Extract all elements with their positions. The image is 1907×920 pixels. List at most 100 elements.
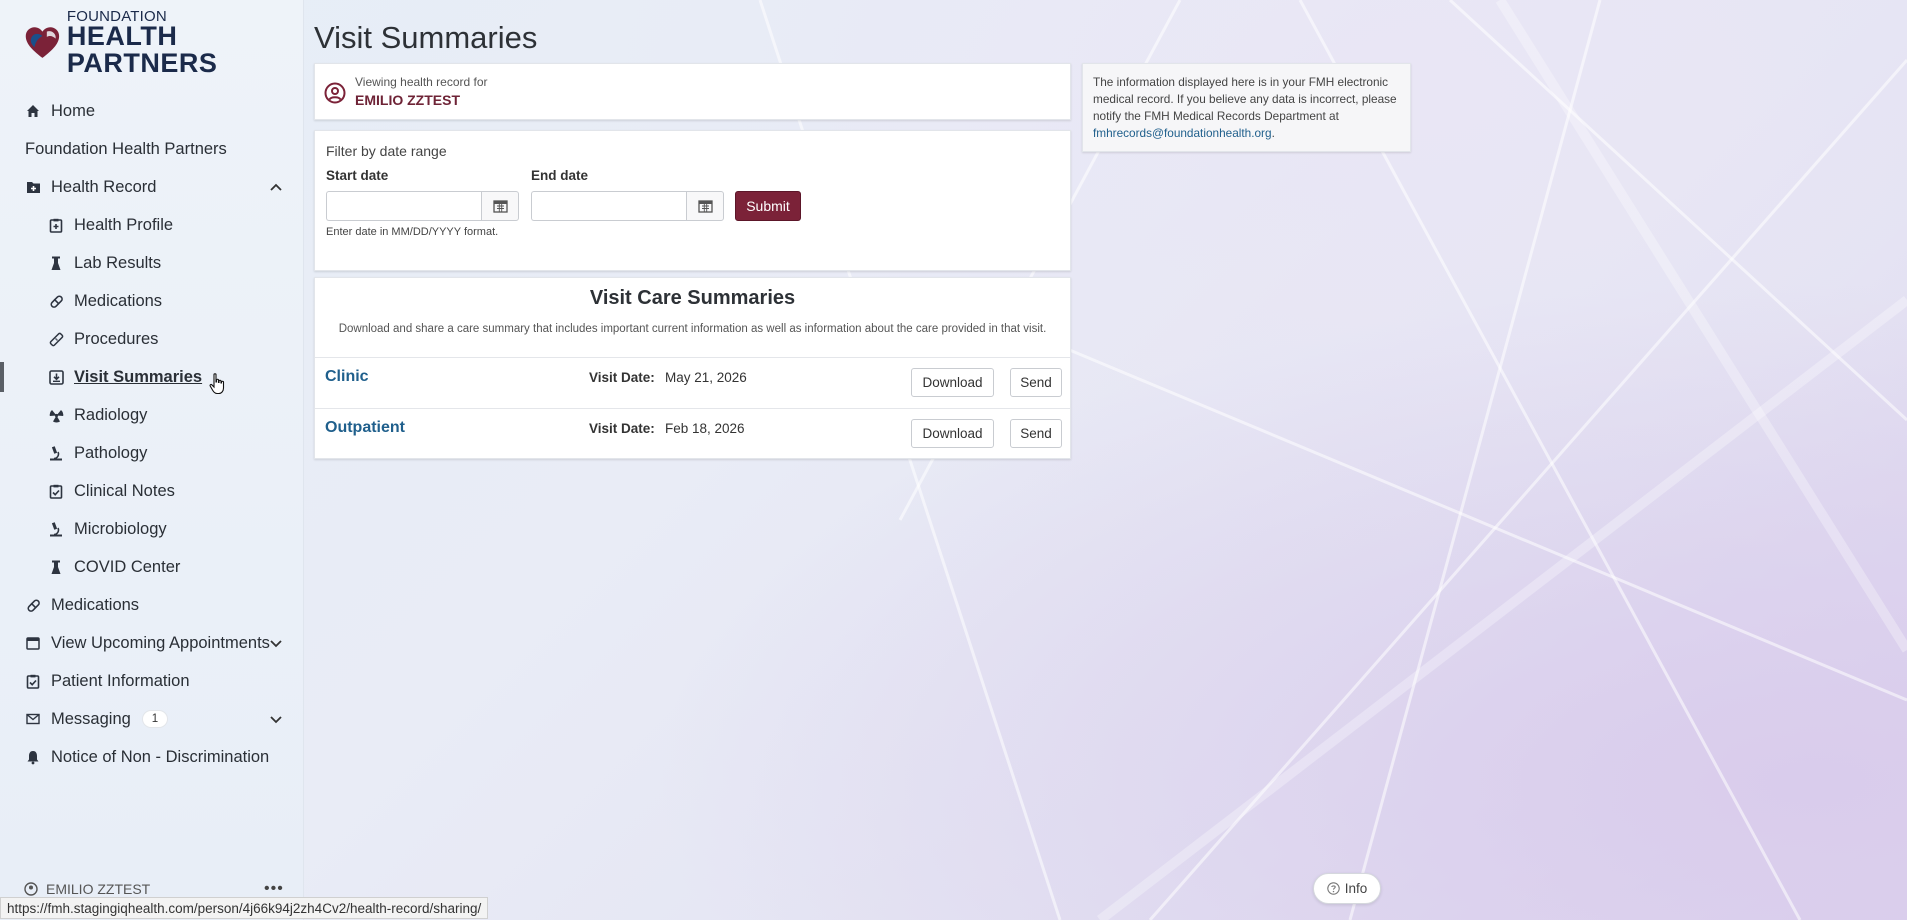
sidebar-item-procedures[interactable]: Procedures [0,320,304,358]
patient-name: EMILIO ZZTEST [355,92,460,108]
sidebar: FOUNDATION HEALTH PARTNERS Home Foundati… [0,0,304,920]
start-date-calendar-button[interactable] [481,191,519,221]
brand-logo[interactable]: FOUNDATION HEALTH PARTNERS [24,9,303,77]
sidebar-item-label: Procedures [74,329,159,348]
sidebar-item-label: Clinical Notes [74,481,175,500]
more-options-icon[interactable]: ••• [264,880,284,898]
end-date-label: End date [531,168,589,183]
sidebar-item-radiology[interactable]: Radiology [0,396,304,434]
chevron-up-icon[interactable] [268,179,284,195]
sidebar-item-medications-main[interactable]: Medications [0,586,304,624]
summaries-description: Download and share a care summary that i… [338,323,1047,335]
home-icon [25,103,41,119]
sidebar-item-label: Health Profile [74,215,174,234]
sidebar-item-label: COVID Center [74,557,181,576]
calendar-icon [697,200,713,213]
sidebar-item-label: Medications [74,291,163,310]
chevron-down-icon[interactable] [268,711,284,727]
heart-logo-icon [25,27,60,58]
unread-count-badge: 1 [142,711,168,727]
hand-cursor-icon [209,373,225,395]
visit-date-value: May 21, 2026 [665,370,747,385]
sidebar-item-messaging[interactable]: Messaging 1 [0,700,304,738]
sidebar-item-pathology[interactable]: Pathology [0,434,304,472]
visit-row: Clinic Visit Date: May 21, 2026 Download… [315,357,1070,408]
sidebar-item-health-record[interactable]: Health Record [0,168,304,206]
flask-icon [48,255,64,271]
start-date-input[interactable] [326,191,481,221]
viewing-record-card: Viewing health record for EMILIO ZZTEST [314,63,1071,120]
sidebar-item-label: Medications [51,595,140,614]
sidebar-item-notice-non-discrimination[interactable]: Notice of Non - Discrimination [0,738,304,776]
sidebar-item-clinical-notes[interactable]: Clinical Notes [0,472,304,510]
sidebar-item-covid-center[interactable]: COVID Center [0,548,304,586]
sidebar-item-health-profile[interactable]: Health Profile [0,206,304,244]
chevron-down-icon[interactable] [268,635,284,651]
visit-date-label: Visit Date: [589,421,655,436]
visit-type-link[interactable]: Outpatient [325,419,405,437]
page-title: Visit Summaries [314,20,538,55]
sidebar-item-microbiology[interactable]: Microbiology [0,510,304,548]
visit-care-summaries-card: Visit Care Summaries Download and share … [314,277,1071,459]
download-box-icon [48,369,64,385]
microscope-icon [48,521,64,537]
send-button[interactable]: Send [1010,419,1062,448]
sidebar-item-label: Radiology [74,405,148,424]
submit-button[interactable]: Submit [735,191,801,221]
calendar-icon [25,635,41,651]
viewing-caption: Viewing health record for [355,75,488,89]
clipboard-check-icon [48,483,64,499]
bell-icon [25,749,41,765]
sidebar-item-upcoming-appointments[interactable]: View Upcoming Appointments [0,624,304,662]
visit-type-link[interactable]: Clinic [325,368,369,386]
sidebar-item-foundation-health-partners[interactable]: Foundation Health Partners [0,130,304,168]
end-date-input[interactable] [531,191,686,221]
sidebar-item-label: Patient Information [51,671,190,690]
sidebar-item-label: Home [51,101,96,120]
sidebar-item-label: Messaging [51,709,131,728]
envelope-icon [25,711,41,727]
date-format-hint: Enter date in MM/DD/YYYY format. [326,226,499,238]
sidebar-user[interactable]: EMILIO ZZTEST [24,881,150,897]
start-date-label: Start date [326,168,389,183]
sidebar-item-label: Pathology [74,443,148,462]
info-text-body: The information displayed here is in you… [1093,75,1397,123]
user-circle-icon [324,82,346,104]
sidebar-item-label: Microbiology [74,519,167,538]
sidebar-item-lab-results[interactable]: Lab Results [0,244,304,282]
sidebar-item-visit-summaries[interactable]: Visit Summaries [0,358,304,396]
sidebar-nav: Home Foundation Health Partners Health R… [0,92,304,776]
visit-row: Outpatient Visit Date: Feb 18, 2026 Down… [315,408,1070,459]
sidebar-item-home[interactable]: Home [0,92,304,130]
summaries-title: Visit Care Summaries [589,287,796,309]
end-date-group [531,191,724,221]
sidebar-item-label: View Upcoming Appointments [51,633,270,652]
download-button[interactable]: Download [911,419,994,448]
pill-icon [48,293,64,309]
sidebar-item-label: Notice of Non - Discrimination [51,747,270,766]
clipboard-check-icon [25,673,41,689]
sidebar-item-patient-information[interactable]: Patient Information [0,662,304,700]
sidebar-item-medications[interactable]: Medications [0,282,304,320]
sidebar-item-label: Visit Summaries [74,367,203,386]
visit-date-value: Feb 18, 2026 [665,421,745,436]
user-circle-icon [24,882,38,896]
sidebar-user-name: EMILIO ZZTEST [46,881,151,897]
help-circle-icon [1326,882,1340,895]
send-button[interactable]: Send [1010,368,1062,397]
logo-big-text: HEALTH PARTNERS [66,21,218,78]
flask-icon [48,559,64,575]
sidebar-item-label: Health Record [51,177,157,196]
info-button-label: Info [1344,881,1368,896]
download-button[interactable]: Download [911,368,994,397]
sidebar-item-label: Lab Results [74,253,162,272]
record-info-box: The information displayed here is in you… [1082,63,1411,152]
clipboard-plus-icon [48,217,64,233]
visit-date-label: Visit Date: [589,370,655,385]
bandage-icon [48,331,64,347]
info-button[interactable]: Info [1313,873,1381,904]
end-date-calendar-button[interactable] [686,191,724,221]
start-date-group [326,191,519,221]
microscope-icon [48,445,64,461]
medical-records-email-link[interactable]: fmhrecords@foundationhealth.org [1093,126,1272,140]
